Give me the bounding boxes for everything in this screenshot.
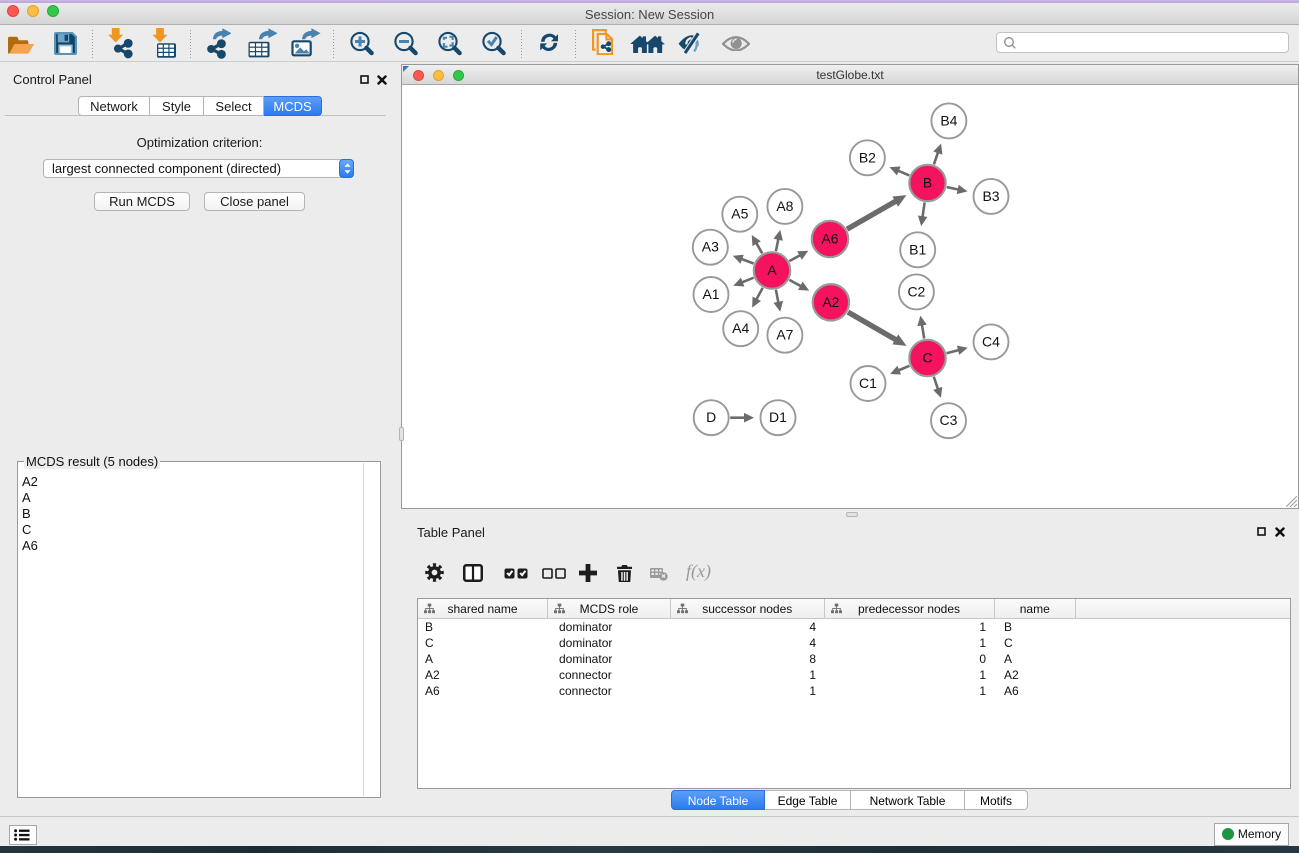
- svg-text:A6: A6: [821, 231, 838, 247]
- svg-text:A3: A3: [702, 239, 719, 255]
- svg-text:A: A: [767, 262, 777, 278]
- svg-text:B1: B1: [909, 241, 926, 257]
- svg-text:A8: A8: [776, 198, 793, 214]
- svg-text:C2: C2: [907, 283, 925, 299]
- svg-text:D1: D1: [769, 409, 787, 425]
- svg-text:A5: A5: [731, 206, 748, 222]
- svg-text:B3: B3: [982, 188, 999, 204]
- svg-text:B: B: [923, 175, 932, 191]
- svg-text:A7: A7: [776, 327, 793, 343]
- svg-text:D: D: [706, 409, 716, 425]
- svg-text:B2: B2: [859, 149, 876, 165]
- svg-text:A4: A4: [732, 320, 749, 336]
- svg-text:A1: A1: [702, 286, 719, 302]
- svg-text:A2: A2: [822, 294, 839, 310]
- svg-text:C3: C3: [940, 412, 958, 428]
- svg-text:B4: B4: [940, 112, 957, 128]
- svg-text:C1: C1: [859, 375, 877, 391]
- svg-text:C4: C4: [982, 333, 1000, 349]
- svg-text:C: C: [922, 350, 932, 366]
